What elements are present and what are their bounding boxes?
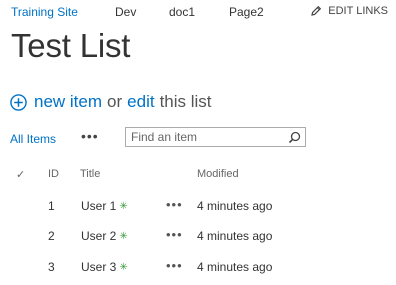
nav-item-dev[interactable]: Dev xyxy=(115,5,136,19)
search-box xyxy=(125,127,306,147)
page-title: Test List xyxy=(11,27,131,64)
column-header-title[interactable]: Title xyxy=(80,168,100,180)
row-id: 2 xyxy=(48,229,55,243)
more-views-button[interactable]: ••• xyxy=(81,128,99,144)
plus-circle-icon[interactable] xyxy=(10,93,27,111)
row-actions-button[interactable]: ••• xyxy=(166,197,183,212)
row-title: User 3 ✳ xyxy=(81,260,128,274)
search-input[interactable] xyxy=(131,130,281,144)
column-header-id[interactable]: ID xyxy=(48,168,59,180)
new-item-icon: ✳ xyxy=(119,262,128,273)
row-id: 1 xyxy=(48,199,55,213)
row-modified: 4 minutes ago xyxy=(197,260,273,274)
search-icon[interactable] xyxy=(288,131,301,144)
view-all-items[interactable]: All Items xyxy=(10,132,56,146)
list-action-line: new item or edit this list xyxy=(10,92,212,112)
select-all-checkmark[interactable]: ✓ xyxy=(16,168,25,181)
view-bar: All Items ••• xyxy=(10,127,386,151)
edit-links-label: EDIT LINKS xyxy=(328,5,388,17)
row-title-link[interactable]: User 1 xyxy=(81,199,116,213)
row-title: User 1 ✳ xyxy=(81,199,128,213)
new-item-icon: ✳ xyxy=(119,201,128,212)
table-row[interactable]: 2 User 2 ✳ ••• 4 minutes ago xyxy=(0,227,396,251)
table-row[interactable]: 1 User 1 ✳ ••• 4 minutes ago xyxy=(0,197,396,221)
column-header-modified[interactable]: Modified xyxy=(197,168,239,180)
row-id: 3 xyxy=(48,260,55,274)
row-title-link[interactable]: User 2 xyxy=(81,229,116,243)
row-actions-button[interactable]: ••• xyxy=(166,258,183,273)
new-item-link[interactable]: new item xyxy=(34,92,102,112)
row-modified: 4 minutes ago xyxy=(197,199,273,213)
pencil-icon xyxy=(311,5,322,16)
edit-list-link[interactable]: edit xyxy=(127,92,154,112)
top-navigation: Training Site Dev doc1 Page2 EDIT LINKS xyxy=(11,5,388,21)
row-modified: 4 minutes ago xyxy=(197,229,273,243)
this-list-text: this list xyxy=(159,92,212,111)
row-title-link[interactable]: User 3 xyxy=(81,260,116,274)
list-header: ✓ ID Title Modified xyxy=(0,166,396,186)
row-title: User 2 ✳ xyxy=(81,229,128,243)
nav-item-page2[interactable]: Page2 xyxy=(229,5,264,19)
table-row[interactable]: 3 User 3 ✳ ••• 4 minutes ago xyxy=(0,258,396,282)
new-item-icon: ✳ xyxy=(119,231,128,242)
row-actions-button[interactable]: ••• xyxy=(166,227,183,242)
nav-item-training-site[interactable]: Training Site xyxy=(11,5,78,19)
nav-item-doc1[interactable]: doc1 xyxy=(169,5,195,19)
or-text: or xyxy=(107,92,123,111)
edit-links-button[interactable]: EDIT LINKS xyxy=(310,5,388,17)
